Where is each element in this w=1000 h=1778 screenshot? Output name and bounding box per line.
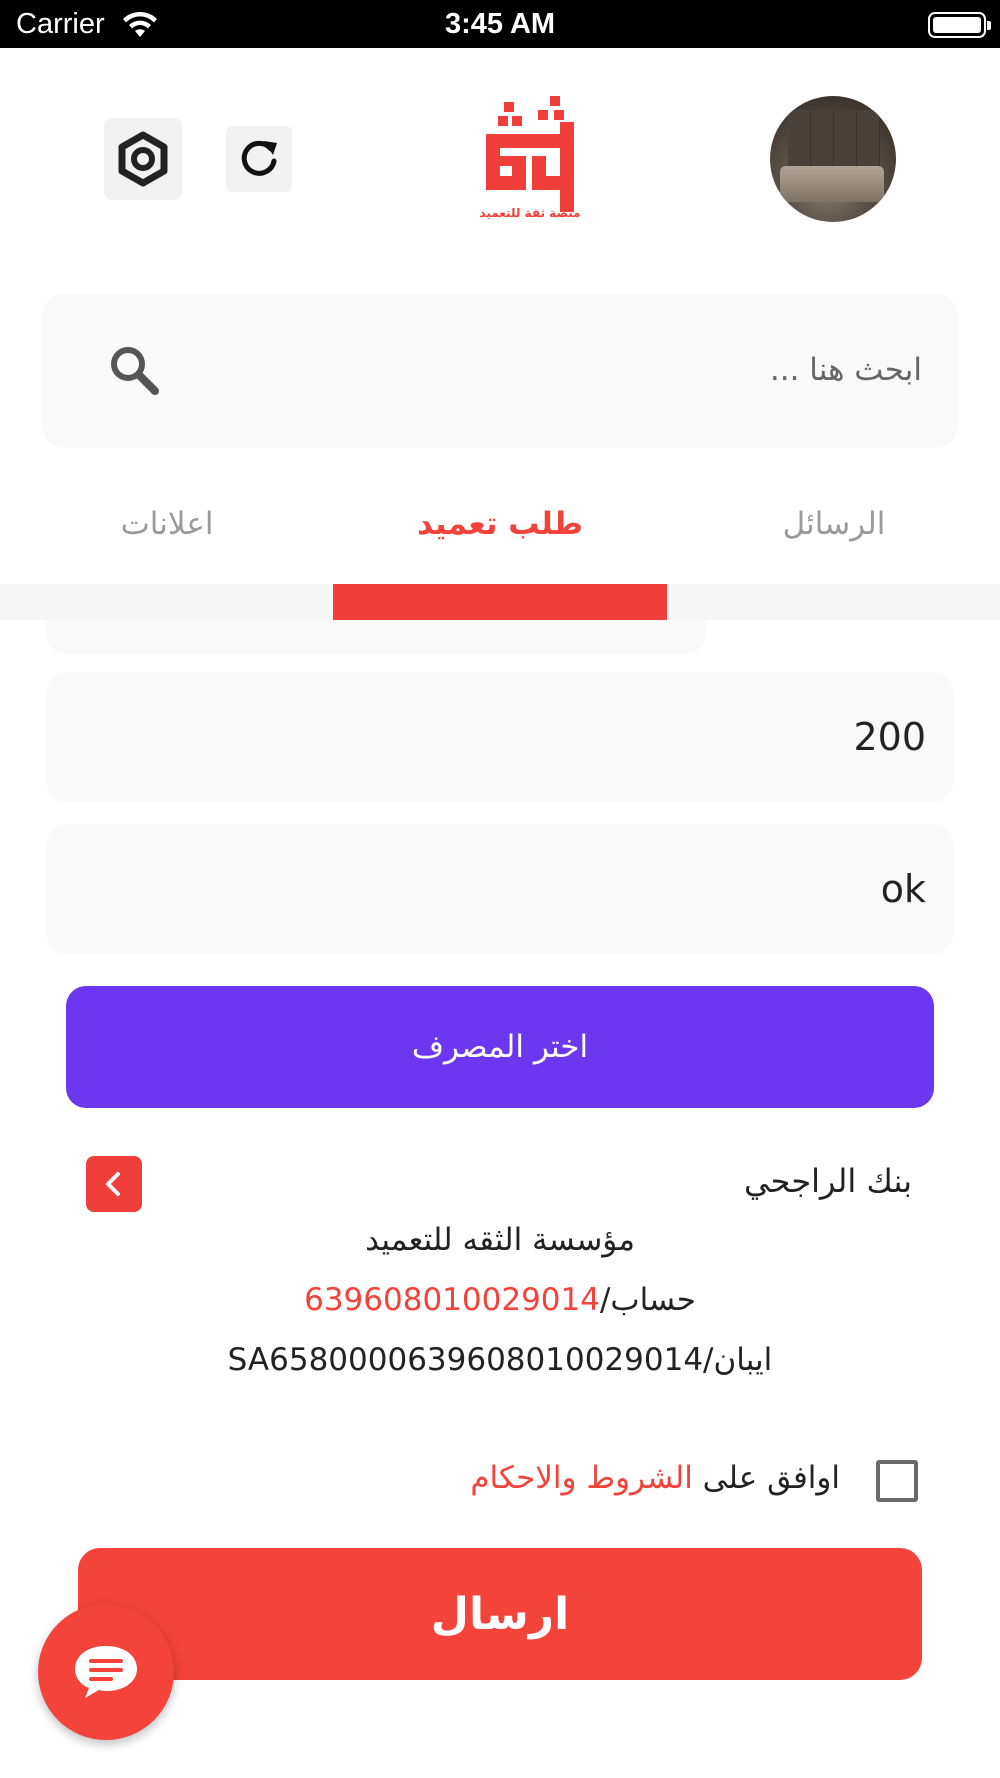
- refresh-button[interactable]: [226, 126, 292, 192]
- settings-button[interactable]: [104, 118, 182, 200]
- battery-icon: [928, 12, 991, 38]
- bank-account: حساب/639608010029014: [0, 1282, 1000, 1318]
- iban-label: ايبان/: [703, 1342, 773, 1378]
- tab-messages[interactable]: الرسائل: [684, 506, 984, 542]
- tab-ads[interactable]: اعلانات: [17, 506, 317, 542]
- chevron-left-icon: [106, 1172, 120, 1196]
- note-field-container: [46, 824, 954, 954]
- amount-field[interactable]: [76, 702, 926, 772]
- previous-field: [46, 620, 706, 654]
- bank-iban: ايبان/SA6580000639608010029014: [0, 1342, 1000, 1378]
- user-avatar[interactable]: [770, 96, 896, 222]
- note-field[interactable]: [76, 854, 926, 924]
- search-bar: [42, 294, 958, 448]
- account-number: 639608010029014: [304, 1282, 600, 1318]
- amount-field-container: [46, 672, 954, 802]
- logo-subtitle: منصة ثقة للتعميد: [479, 206, 581, 220]
- tab-request[interactable]: طلب تعميد: [350, 506, 650, 542]
- chat-bubble-icon: [75, 1646, 137, 1698]
- settings-hex-icon: [118, 131, 168, 187]
- terms-text: اوافق على الشروط والاحكام: [470, 1460, 840, 1496]
- iban-number: SA6580000639608010029014: [227, 1342, 704, 1378]
- app-logo: منصة ثقة للتعميد: [479, 94, 581, 228]
- account-label: حساب/: [599, 1282, 696, 1318]
- bank-back-button[interactable]: [86, 1156, 142, 1212]
- tab-bar: الرسائل طلب تعميد اعلانات: [0, 480, 1000, 584]
- choose-bank-button[interactable]: اختر المصرف: [66, 986, 934, 1108]
- terms-checkbox[interactable]: [876, 1460, 918, 1502]
- send-button[interactable]: ارسال: [78, 1548, 922, 1680]
- search-input[interactable]: [222, 334, 922, 406]
- status-bar: Carrier 3:45 AM: [0, 0, 1000, 48]
- refresh-icon: [241, 140, 277, 176]
- terms-link[interactable]: الشروط والاحكام: [470, 1460, 693, 1496]
- bank-organization: مؤسسة الثقه للتعميد: [365, 1222, 635, 1258]
- terms-prefix: اوافق على: [692, 1460, 840, 1496]
- active-tab-indicator: [333, 584, 667, 620]
- clock: 3:45 AM: [444, 8, 556, 40]
- bank-name: بنك الراجحي: [744, 1162, 912, 1200]
- search-icon[interactable]: [108, 344, 160, 396]
- chat-button[interactable]: [38, 1604, 174, 1740]
